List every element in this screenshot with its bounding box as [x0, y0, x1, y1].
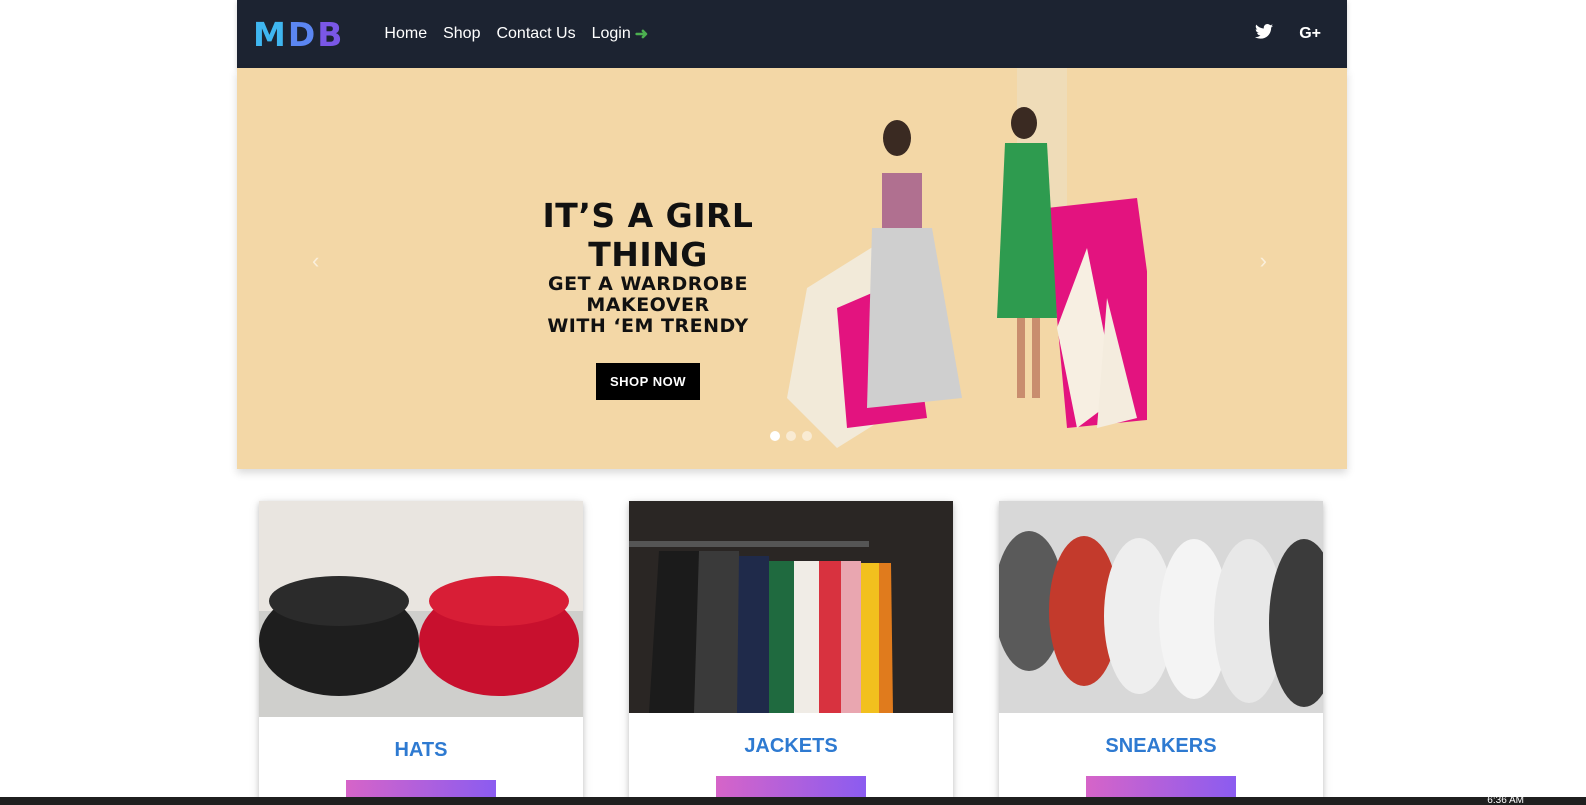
carousel-title: IT’S A GIRL THING — [542, 196, 754, 274]
nav-contact-link[interactable]: Contact Us — [496, 25, 575, 43]
google-plus-icon[interactable]: G+ — [1299, 25, 1321, 43]
jackets-image — [629, 501, 953, 713]
carousel-prev-icon[interactable]: ‹ — [312, 248, 319, 274]
os-taskbar — [0, 797, 1586, 805]
nav-shop-link[interactable]: Shop — [443, 25, 480, 43]
sneakers-image — [999, 501, 1323, 713]
twitter-icon[interactable] — [1255, 24, 1274, 44]
brand-logo[interactable]: MDB — [253, 15, 344, 54]
card-title: HATS — [394, 739, 448, 761]
carousel-subtitle-2: WITH ‘EM TRENDY — [547, 315, 749, 337]
category-card-sneakers: SNEAKERS — [999, 501, 1323, 801]
card-title: SNEAKERS — [1105, 735, 1217, 757]
hats-image — [259, 501, 583, 717]
card-title: JACKETS — [744, 735, 838, 757]
carousel-indicator-3[interactable] — [802, 431, 812, 441]
carousel-indicator-2[interactable] — [786, 431, 796, 441]
category-cards: HATS JACKETS SNEAKERS — [259, 501, 1325, 801]
carousel-subtitle-1: GET A WARDROBE MAKEOVER — [548, 273, 748, 316]
hero-carousel: IT’S A GIRL THING GET A WARDROBE MAKEOVE… — [237, 68, 1347, 469]
carousel-caption: IT’S A GIRL THING GET A WARDROBE MAKEOVE… — [483, 196, 813, 400]
category-card-hats: HATS — [259, 501, 583, 801]
social-links: G+ — [1255, 0, 1321, 68]
nav-login-link[interactable]: Login ➜ — [592, 24, 649, 44]
login-icon: ➜ — [634, 26, 649, 43]
navbar: MDB Home Shop Contact Us Login ➜ G+ — [237, 0, 1347, 68]
nav-home-link[interactable]: Home — [384, 25, 427, 43]
page-container: MDB Home Shop Contact Us Login ➜ G+ IT’S… — [237, 0, 1347, 469]
carousel-indicator-1[interactable] — [770, 431, 780, 441]
carousel-indicators — [770, 431, 812, 441]
nav-links: Home Shop Contact Us Login ➜ — [384, 24, 648, 44]
shop-now-button[interactable]: SHOP NOW — [596, 363, 700, 400]
category-card-jackets: JACKETS — [629, 501, 953, 801]
taskbar-clock: 6:36 AM — [1487, 797, 1524, 805]
carousel-next-icon[interactable]: › — [1260, 248, 1267, 274]
